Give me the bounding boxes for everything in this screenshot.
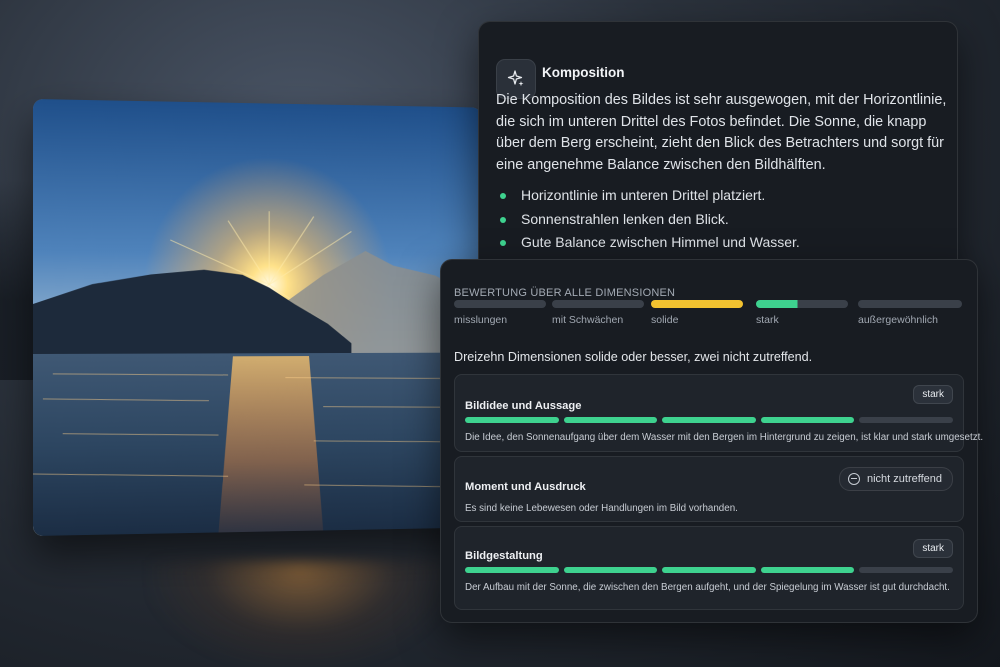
dimension-bar-segment <box>859 567 953 573</box>
bullet-dot <box>500 193 506 199</box>
dimension-rating-badge: stark <box>913 539 953 558</box>
dimension-rating-badge: stark <box>913 385 953 404</box>
scale-label: stark <box>756 314 848 326</box>
dimension-card: Bildgestaltung stark Der Aufbau mit der … <box>454 526 964 610</box>
bullet-text: Gute Balance zwischen Himmel und Wasser. <box>521 234 800 250</box>
rating-scale: misslungen mit Schwächen solide stark au… <box>454 300 964 340</box>
dimension-description: Die Idee, den Sonnenaufgang über dem Was… <box>465 432 983 443</box>
bullet-item: Horizontlinie im unteren Drittel platzie… <box>499 184 939 208</box>
dimension-card: Moment und Ausdruck nicht zutreffend Es … <box>454 456 964 522</box>
dimension-bar-segment <box>564 567 658 573</box>
bullet-text: Sonnenstrahlen lenken den Blick. <box>521 211 729 227</box>
evaluation-heading: BEWERTUNG ÜBER ALLE DIMENSIONEN <box>454 287 675 299</box>
evaluation-card: BEWERTUNG ÜBER ALLE DIMENSIONEN misslung… <box>440 259 978 623</box>
scale-bar <box>454 300 546 308</box>
composition-bullets: Horizontlinie im unteren Drittel platzie… <box>499 184 939 255</box>
composition-text: Die Komposition des Bildes ist sehr ausg… <box>496 90 951 176</box>
dimension-title: Bildidee und Aussage <box>465 400 581 412</box>
composition-card: Komposition Die Komposition des Bildes i… <box>478 21 958 298</box>
bullet-item: Sonnenstrahlen lenken den Blick. <box>499 208 939 232</box>
scale-label: mit Schwächen <box>552 314 644 326</box>
dimension-bar-segment <box>564 417 658 423</box>
scale-segment: stark <box>756 300 848 340</box>
scale-segment: mit Schwächen <box>552 300 644 340</box>
dimension-title: Moment und Ausdruck <box>465 481 586 493</box>
dimension-description: Der Aufbau mit der Sonne, die zwischen d… <box>465 582 950 593</box>
dimension-bars <box>465 417 953 423</box>
dimension-description: Es sind keine Lebewesen oder Handlungen … <box>465 503 738 514</box>
bullet-dot <box>500 217 506 223</box>
scale-bar <box>756 300 848 308</box>
evaluation-summary: Dreizehn Dimensionen solide oder besser,… <box>454 350 812 364</box>
minus-circle-icon <box>848 473 860 485</box>
dimension-bar-segment <box>662 417 756 423</box>
dimension-bar-segment <box>662 567 756 573</box>
dimension-bars <box>465 567 953 573</box>
scale-bar <box>651 300 743 308</box>
dimension-title: Bildgestaltung <box>465 550 543 562</box>
dimension-bar-segment <box>859 417 953 423</box>
scale-segment: außergewöhnlich <box>858 300 962 340</box>
dimension-card: Bildidee und Aussage stark Die Idee, den… <box>454 374 964 452</box>
scale-label: solide <box>651 314 743 326</box>
composition-title: Komposition <box>542 65 625 80</box>
bullet-item: Gute Balance zwischen Himmel und Wasser. <box>499 231 939 255</box>
na-label: nicht zutreffend <box>867 473 942 485</box>
bullet-text: Horizontlinie im unteren Drittel platzie… <box>521 187 765 203</box>
scale-segment: misslungen <box>454 300 546 340</box>
dimension-bar-segment <box>761 417 855 423</box>
bullet-dot <box>500 240 506 246</box>
dimension-bar-segment <box>761 567 855 573</box>
background-reflection <box>150 560 450 667</box>
scale-label: misslungen <box>454 314 546 326</box>
scale-segment: solide <box>651 300 743 340</box>
photo-image <box>33 99 481 536</box>
scale-label: außergewöhnlich <box>858 314 962 326</box>
sunrise-photo <box>33 99 481 536</box>
dimension-bar-segment <box>465 567 559 573</box>
scale-bar <box>552 300 644 308</box>
dimension-na-badge: nicht zutreffend <box>839 467 953 491</box>
dimension-bar-segment <box>465 417 559 423</box>
scale-bar <box>858 300 962 308</box>
